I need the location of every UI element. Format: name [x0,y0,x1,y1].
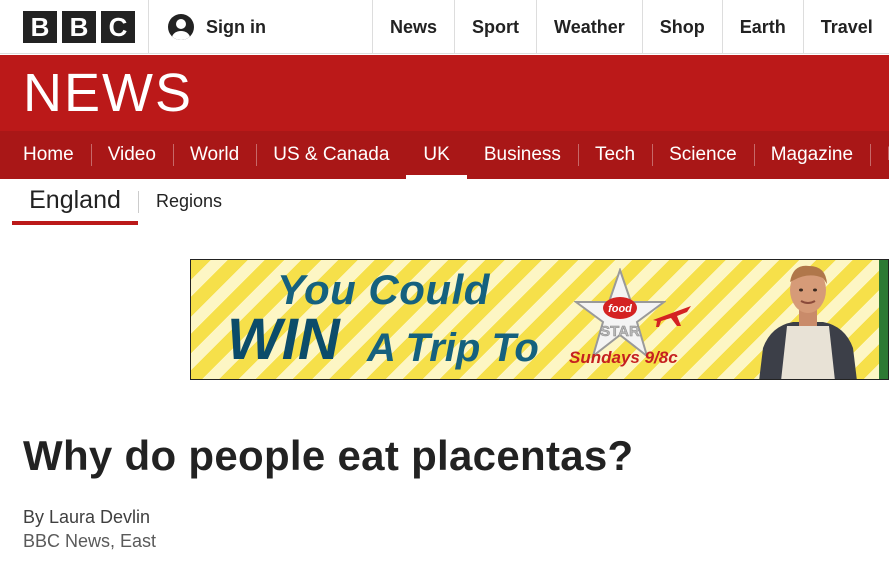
bbc-logo-letter: C [101,11,135,43]
section-item-tech[interactable]: Tech [577,131,652,179]
ad-headline-line2: A Trip To [367,326,539,370]
section-item-uk[interactable]: UK [406,131,468,179]
bbc-logo[interactable]: B B C [23,11,135,43]
top-bar: B B C Sign in News Sport Weather Shop Ea… [0,0,889,54]
section-item-science[interactable]: Science [652,131,754,179]
top-nav-news[interactable]: News [372,0,454,54]
sign-in-label: Sign in [206,16,266,37]
top-nav: News Sport Weather Shop Earth Travel [372,0,889,54]
article-organization: BBC News, East [23,531,157,551]
ad-edge-graphic [879,260,888,379]
ad-brand-star: STAR [600,323,640,340]
ad-schedule: Sundays 9/8c [569,348,678,367]
section-item-video[interactable]: Video [90,131,173,179]
top-nav-shop[interactable]: Shop [641,0,722,54]
section-item-home[interactable]: Home [0,131,91,179]
airplane-icon [653,306,691,327]
bbc-logo-letter: B [62,11,96,43]
section-nav: Home Video World US & Canada UK Business… [0,131,889,179]
bbc-logo-letter: B [23,11,57,43]
advertisement-banner[interactable]: You Could WIN A Trip To food STAR Sunday… [190,259,889,380]
news-banner: NEWS [0,55,889,131]
top-nav-travel[interactable]: Travel [802,0,889,54]
user-icon [168,14,194,40]
sub-nav-england[interactable]: England [12,179,138,225]
divider [138,191,139,213]
section-item-us-canada[interactable]: US & Canada [256,131,406,179]
top-nav-weather[interactable]: Weather [536,0,642,54]
article-headline: Why do people eat placentas? [23,432,634,479]
news-title[interactable]: NEWS [23,63,193,123]
section-item-world[interactable]: World [172,131,256,179]
top-nav-earth[interactable]: Earth [721,0,803,54]
section-item-business[interactable]: Business [467,131,578,179]
chef-image [759,265,857,379]
ad-headline-win: WIN [227,307,340,372]
ad-brand-food: food [608,303,632,315]
top-nav-sport[interactable]: Sport [454,0,536,54]
sub-nav-regions[interactable]: Regions [156,191,222,212]
sign-in-link[interactable]: Sign in [168,14,266,40]
sub-nav: England Regions [0,179,889,227]
divider [148,0,149,54]
article-author: By Laura Devlin [23,507,151,527]
section-item-magazine[interactable]: Magazine [753,131,870,179]
section-item-truncated[interactable]: E [870,131,889,179]
